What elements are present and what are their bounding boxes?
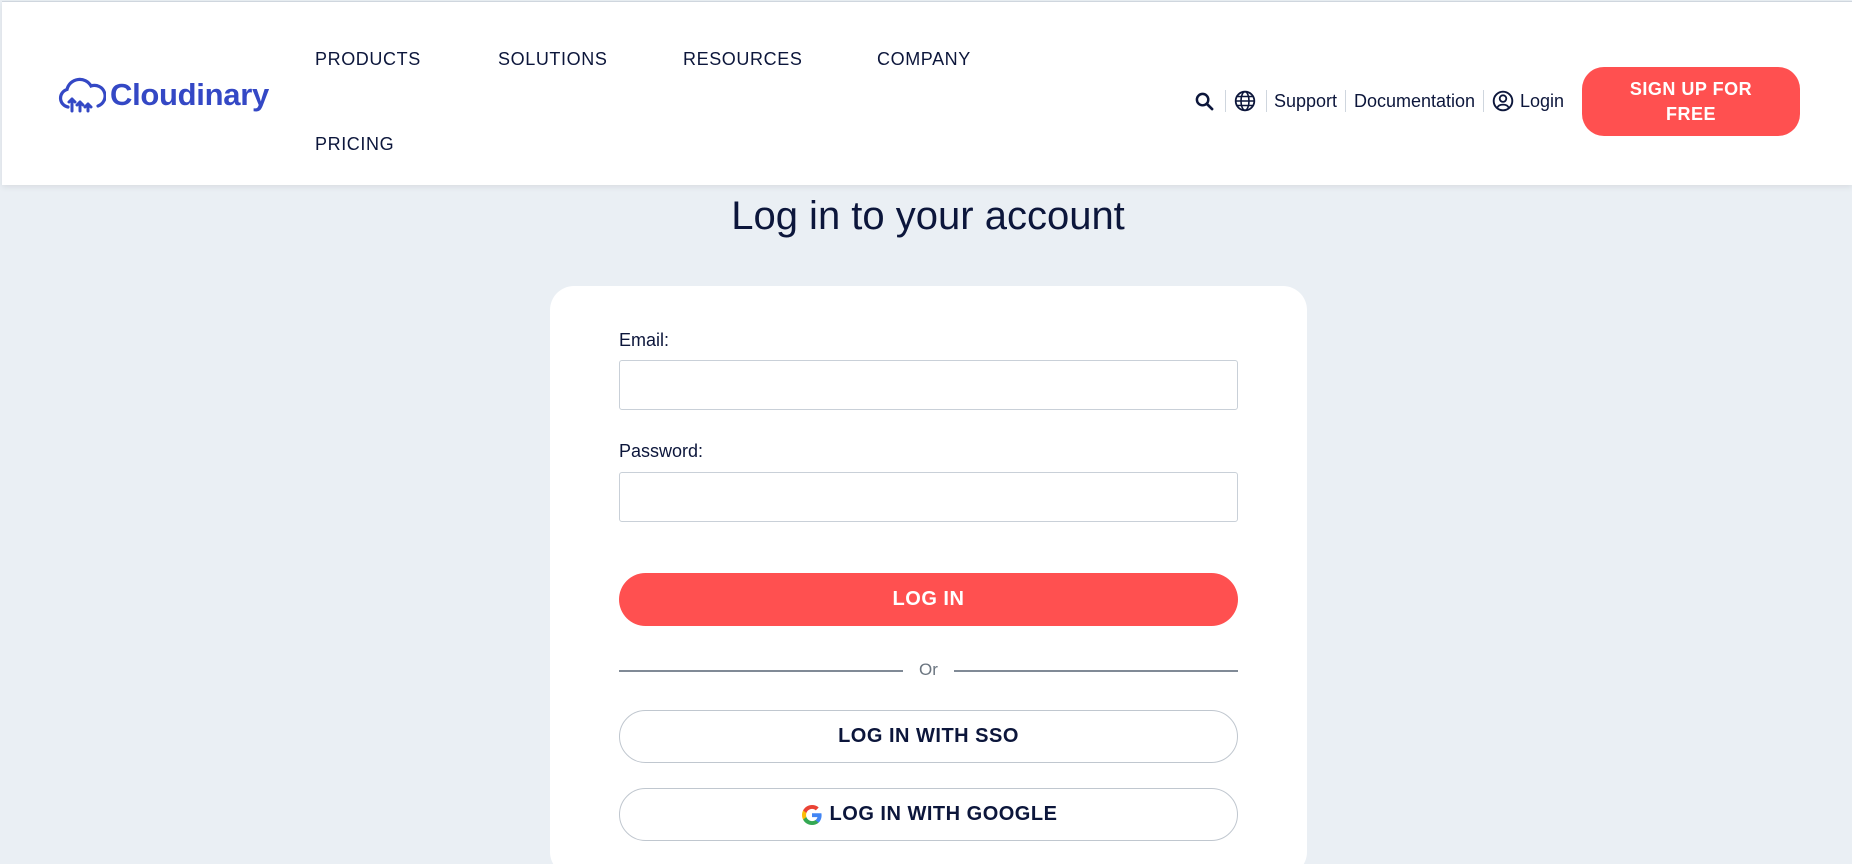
divider (1345, 90, 1346, 112)
google-login-button[interactable]: LOG IN WITH GOOGLE (619, 788, 1238, 841)
cloudinary-logo[interactable]: Cloudinary (58, 74, 269, 116)
signup-button[interactable]: SIGN UP FOR FREE (1582, 67, 1800, 136)
cloud-logo-icon (58, 77, 106, 113)
google-icon (800, 803, 824, 827)
search-icon (1195, 92, 1214, 111)
or-divider: Or (619, 656, 1238, 686)
divider (1266, 90, 1267, 112)
login-button[interactable]: LOG IN (619, 573, 1238, 626)
sso-login-label: LOG IN WITH SSO (838, 725, 1019, 747)
login-link[interactable]: Login (1492, 90, 1564, 112)
divider (1225, 90, 1226, 112)
nav-solutions[interactable]: SOLUTIONS (498, 49, 607, 70)
globe-icon (1234, 90, 1256, 112)
user-circle-icon (1492, 90, 1514, 112)
login-card: Email: Password: LOG IN Or LOG IN WITH S… (550, 286, 1307, 864)
sso-login-button[interactable]: LOG IN WITH SSO (619, 710, 1238, 763)
divider-line-right (954, 670, 1238, 672)
language-button[interactable] (1234, 90, 1258, 112)
documentation-link[interactable]: Documentation (1354, 90, 1475, 112)
email-field[interactable] (619, 360, 1238, 410)
email-label: Email: (619, 330, 670, 350)
nav-pricing[interactable]: PRICING (315, 134, 394, 155)
password-label: Password: (619, 441, 704, 461)
nav-company[interactable]: COMPANY (877, 49, 971, 70)
google-login-label: LOG IN WITH GOOGLE (829, 803, 1058, 825)
page-title: Log in to your account (731, 194, 1125, 238)
nav-resources[interactable]: RESOURCES (683, 49, 802, 70)
login-link-label: Login (1520, 90, 1565, 111)
support-link[interactable]: Support (1274, 90, 1337, 112)
search-button[interactable] (1195, 90, 1217, 112)
site-header: Cloudinary PRODUCTS SOLUTIONS RESOURCES … (2, 1, 1852, 185)
divider (1483, 90, 1484, 112)
logo-wordmark: Cloudinary (110, 77, 269, 112)
nav-products[interactable]: PRODUCTS (315, 49, 421, 70)
password-field[interactable] (619, 472, 1238, 522)
